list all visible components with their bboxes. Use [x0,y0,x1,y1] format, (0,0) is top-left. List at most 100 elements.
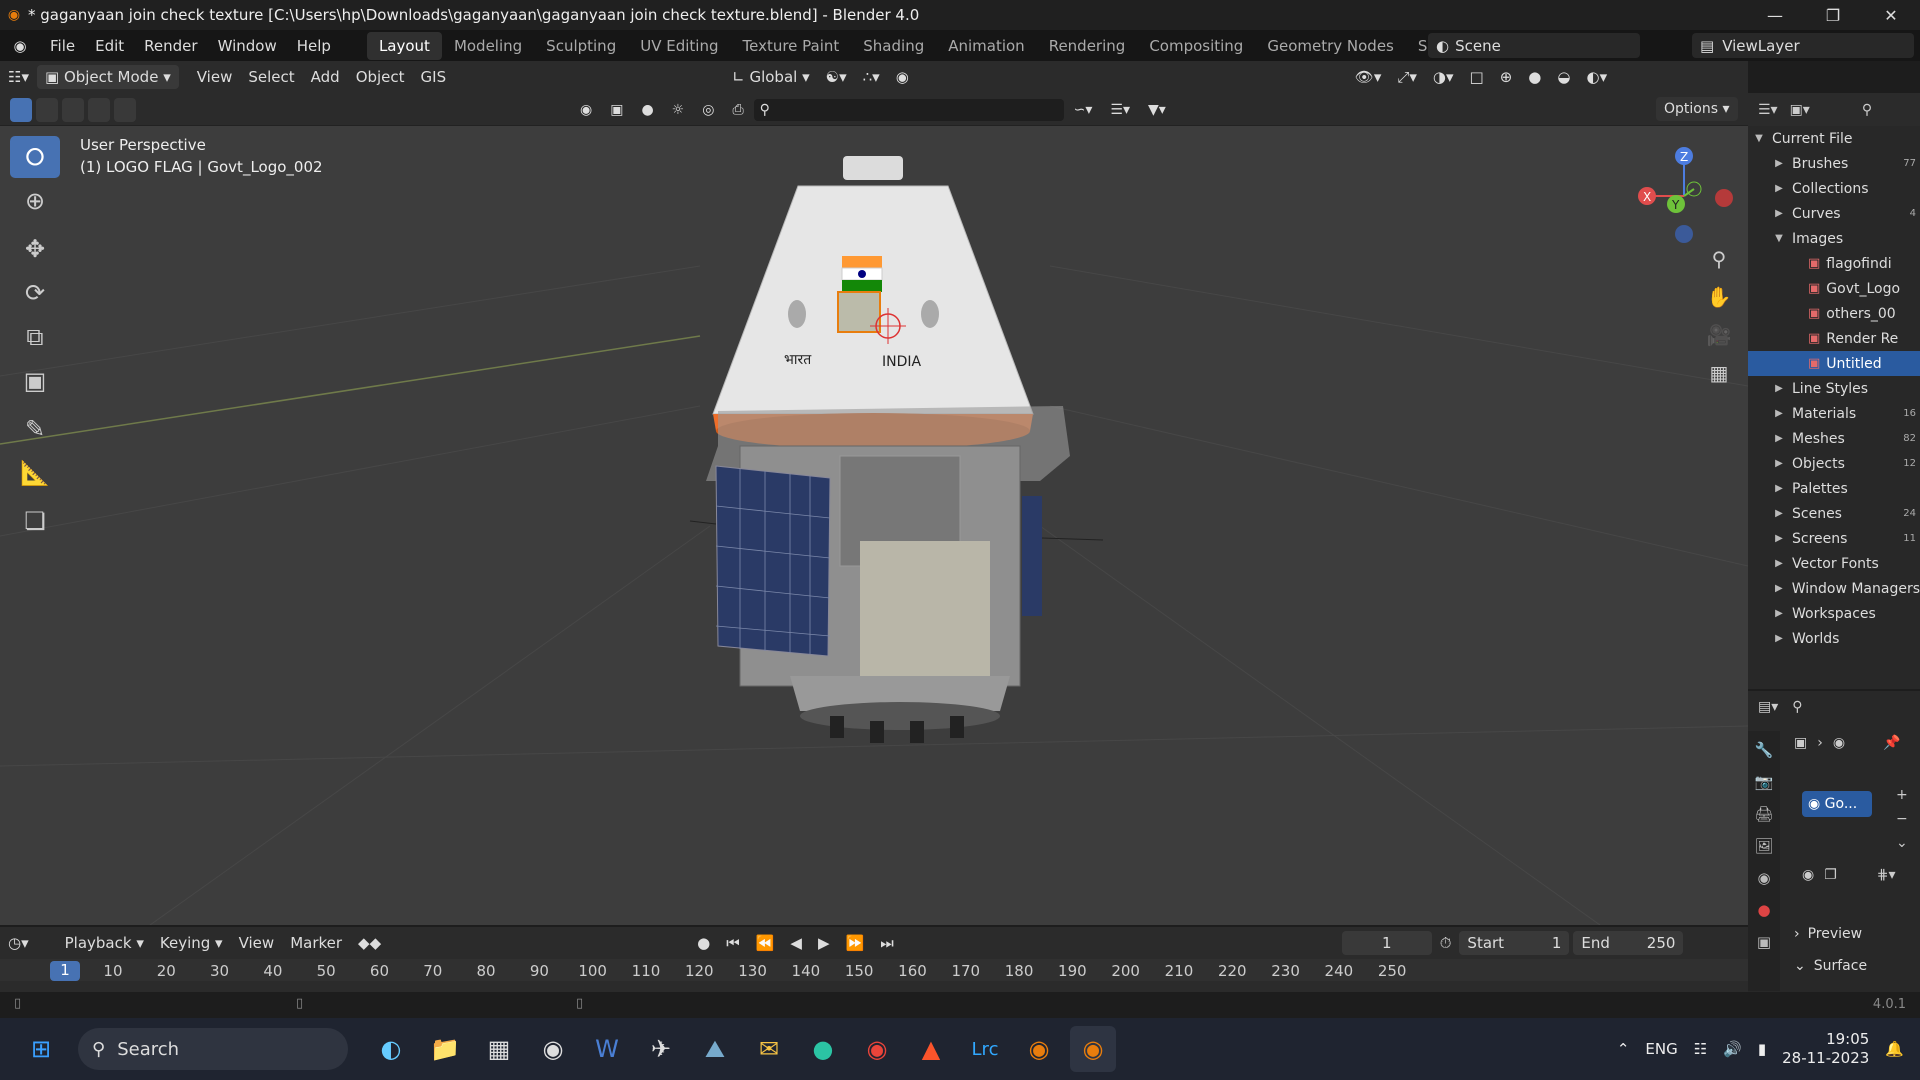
proportional-edit-icon[interactable]: ◉ [888,65,917,89]
pin-icon[interactable]: 📌 [1883,735,1900,751]
end-frame-field[interactable]: End 250 [1573,931,1684,955]
calculator-icon[interactable]: ▦ [476,1026,522,1072]
3d-viewport[interactable]: भारत INDIA User Perspective (1) LOGO FLA… [0,126,1748,925]
material-slot[interactable]: ◉ Go... [1802,791,1872,817]
jump-end-icon[interactable]: ⏭ [872,931,902,955]
photos-icon[interactable]: ⛰ [692,1026,738,1072]
annotate-tool-icon[interactable]: ✎ [10,408,60,450]
tab-geometry-nodes[interactable]: Geometry Nodes [1255,32,1406,60]
expanded-arrow-icon[interactable]: ▼ [1752,133,1766,144]
collapsed-arrow-icon[interactable]: ▶ [1772,383,1786,394]
collapsed-arrow-icon[interactable]: ▶ [1772,408,1786,419]
filter-light-icon[interactable]: ☼ [664,98,693,122]
menu-gis[interactable]: GIS [413,65,455,89]
file-explorer-icon[interactable]: 📁 [422,1026,468,1072]
link-icon[interactable]: ∽▾ [1066,98,1101,122]
outliner-search-icon[interactable]: ⚲ [1862,102,1872,118]
collapsed-arrow-icon[interactable]: ▶ [1772,183,1786,194]
add-cube-tool-icon[interactable]: ❏ [10,500,60,542]
prev-key-icon[interactable]: ⏪ [748,931,783,955]
overlay-icon[interactable]: ◑▾ [1425,65,1462,89]
outliner-image-item[interactable]: ▣ flagofindi [1748,251,1920,276]
outliner-category-item[interactable]: ▶ Objects 12 [1748,451,1920,476]
cursor-tool-icon[interactable]: ⊕ [10,180,60,222]
expanded-arrow-icon[interactable]: ▼ [1772,233,1786,244]
current-frame-indicator[interactable]: 1 [50,961,80,981]
tab-uv-editing[interactable]: UV Editing [628,32,730,60]
world-tab-icon[interactable]: ● [1757,901,1770,919]
chrome-icon[interactable]: ◉ [854,1026,900,1072]
notification-bell-icon[interactable]: 🔔 [1885,1040,1904,1058]
output-tab-icon[interactable]: 🖨 [1754,805,1773,823]
outliner-category-item[interactable]: ▶ Window Managers [1748,576,1920,601]
record-icon[interactable]: ● [689,931,718,955]
collapsed-arrow-icon[interactable]: ▶ [1772,633,1786,644]
view-layer-selector[interactable]: ▤ ViewLayer [1692,33,1914,58]
outliner-image-item[interactable]: ▣ Render Re [1748,326,1920,351]
shading-material-icon[interactable]: ◒ [1549,65,1578,89]
obs-icon[interactable]: ◉ [530,1026,576,1072]
view-layer-tab-icon[interactable]: 🖼 [1754,837,1773,855]
shading-rendered-icon[interactable]: ◐▾ [1578,65,1615,89]
collapsed-arrow-icon[interactable]: ▶ [1772,158,1786,169]
menu-view[interactable]: View [189,65,241,89]
collapsed-arrow-icon[interactable]: ▶ [1772,508,1786,519]
taskbar-search[interactable]: ⚲ Search [78,1028,348,1070]
visibility-icon[interactable]: 👁▾ [1347,65,1390,89]
filter-camera-icon[interactable]: ⎙ [724,98,751,122]
shading-wireframe-icon[interactable]: ⊕ [1492,65,1521,89]
volume-icon[interactable]: 🔊 [1723,1040,1742,1058]
outliner-category-item[interactable]: ▶ Worlds [1748,626,1920,651]
copy-material-icon[interactable]: ❐ [1824,867,1837,883]
tab-modeling[interactable]: Modeling [442,32,534,60]
properties-search-icon[interactable]: ⚲ [1792,699,1802,715]
play-icon[interactable]: ▶ [810,931,838,955]
properties-editor-icon[interactable]: ▤▾ [1758,699,1778,715]
collapsed-arrow-icon[interactable]: ▶ [1772,558,1786,569]
display-mode-icon[interactable]: ☰▾ [1758,102,1778,118]
menu-help[interactable]: Help [287,37,341,55]
gizmo-icon[interactable]: ⤢▾ [1389,65,1425,89]
outliner-category-item[interactable]: ▶ Workspaces [1748,601,1920,626]
surface-panel-header[interactable]: ⌄ Surface [1794,953,1920,979]
filter-all-icon[interactable]: ◉ [572,98,600,122]
menu-add[interactable]: Add [303,65,348,89]
render-tab-icon[interactable]: 📷 [1755,773,1774,791]
select-box-tool-icon[interactable]: ⭘ [10,136,60,178]
options-button[interactable]: Options ▾ [1656,97,1738,121]
word-icon[interactable]: W [584,1026,630,1072]
tray-expand-icon[interactable]: ⌃ [1617,1040,1630,1058]
tab-layout[interactable]: Layout [366,31,442,60]
zoom-icon[interactable]: ⚲ [1702,242,1736,276]
drone-app-icon[interactable]: ✈ [638,1026,684,1072]
xray-icon[interactable]: □ [1462,65,1492,89]
tool-tab-icon[interactable]: 🔧 [1755,741,1774,759]
filter-sphere-icon[interactable]: ● [633,98,661,122]
slot-menu-icon[interactable]: ⌄ [1896,835,1908,851]
outliner-category-item[interactable]: ▶ Curves 4 [1748,201,1920,226]
lightroom-icon[interactable]: Lrc [962,1026,1008,1072]
filter-options-icon[interactable]: ▣▾ [1790,102,1810,118]
collapsed-arrow-icon[interactable]: ▶ [1772,608,1786,619]
minimize-button[interactable]: — [1746,6,1804,25]
preview-panel-header[interactable]: › Preview [1794,921,1920,947]
battery-icon[interactable]: ▮ [1758,1040,1766,1058]
start-frame-field[interactable]: Start 1 [1459,931,1570,955]
mode-dropdown[interactable]: ▣ Object Mode ▾ [36,65,179,89]
tab-sculpting[interactable]: Sculpting [534,32,628,60]
outliner-image-item[interactable]: ▣ Govt_Logo [1748,276,1920,301]
measure-tool-icon[interactable]: 📐 [10,452,60,494]
current-file-row[interactable]: ▼ Current File [1748,126,1920,151]
menu-object[interactable]: Object [348,65,413,89]
menu-timeline-view[interactable]: View [231,931,283,955]
blender-active-taskbar-icon[interactable]: ◉ [1070,1026,1116,1072]
blender-menu-icon[interactable]: ◉ [0,37,40,55]
navigation-gizmo[interactable]: Z X Y [1622,134,1742,254]
edge-icon[interactable]: ● [800,1026,846,1072]
start-icon[interactable]: ⊞ [18,1026,64,1072]
menu-keying[interactable]: Keying ▾ [152,931,231,955]
outliner-category-item[interactable]: ▶ Palettes [1748,476,1920,501]
menu-render[interactable]: Render [134,37,207,55]
outliner-image-item[interactable]: ▣ Untitled [1748,351,1920,376]
tab-shading[interactable]: Shading [851,32,936,60]
